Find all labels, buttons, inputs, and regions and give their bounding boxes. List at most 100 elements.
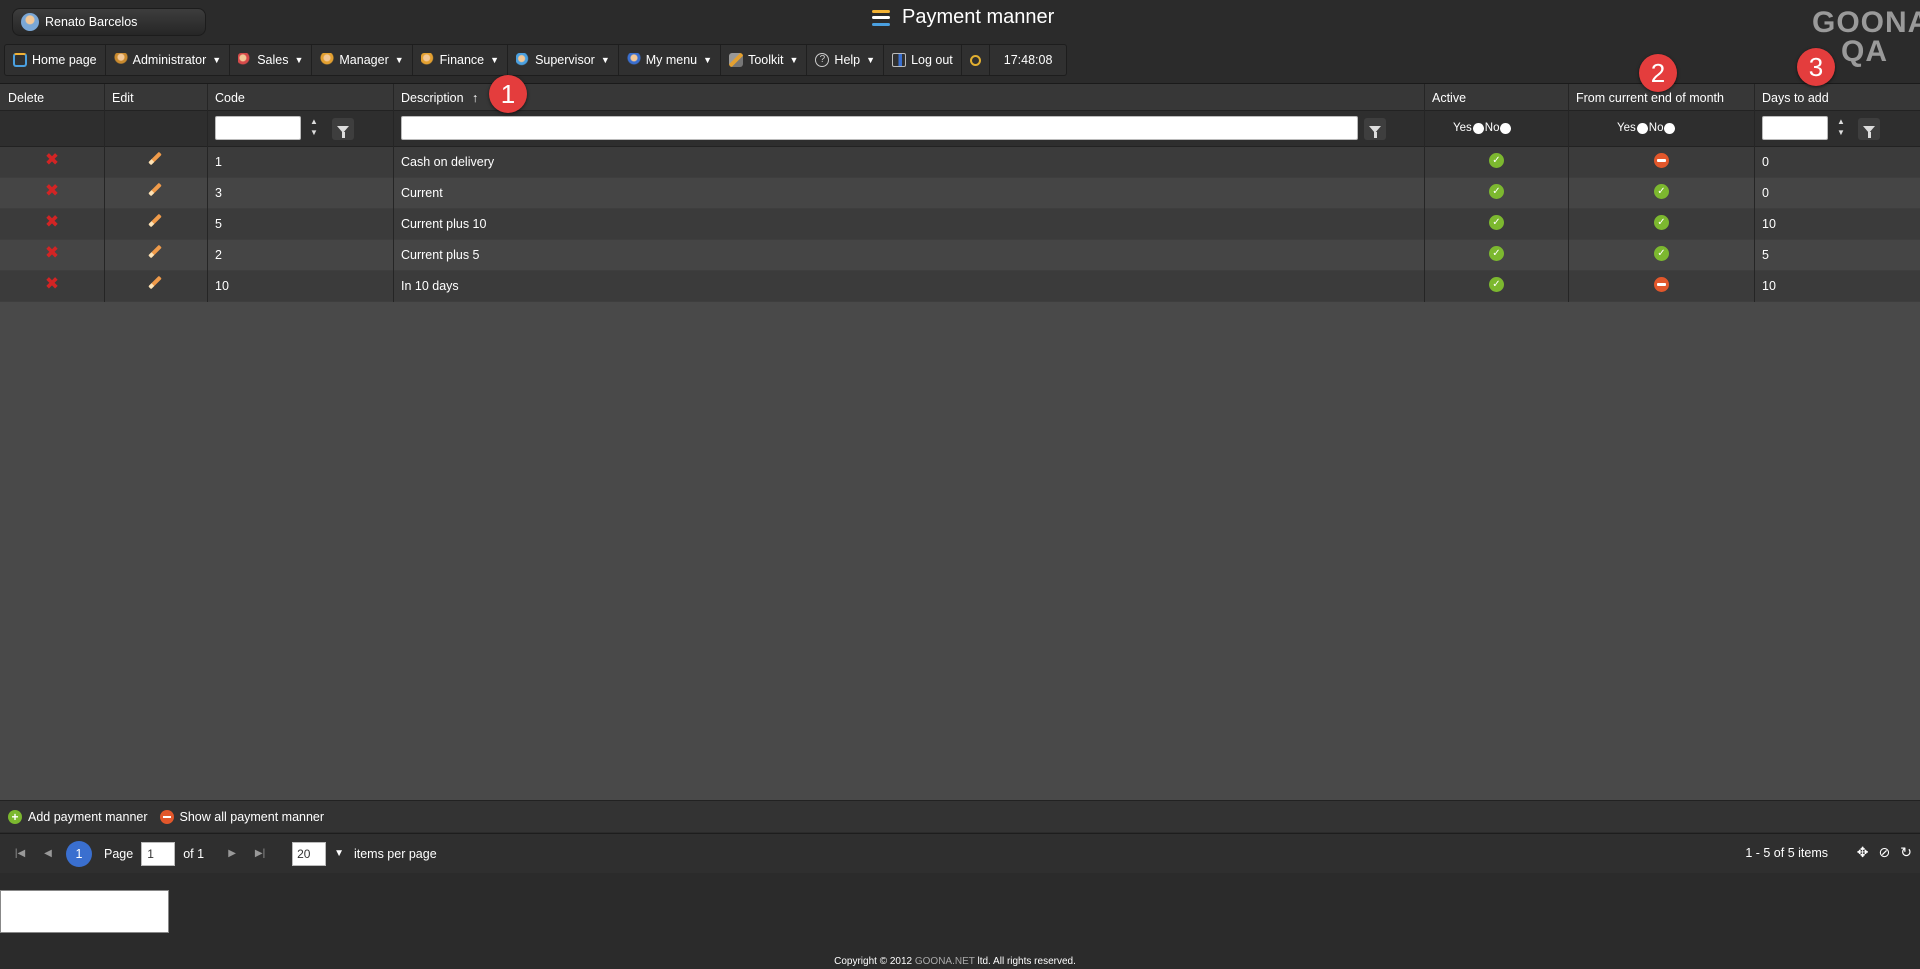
- nav-administrator[interactable]: Administrator ▼: [106, 45, 231, 75]
- nav-sales[interactable]: Sales ▼: [230, 45, 313, 75]
- annotation-badge-2: 2: [1639, 54, 1677, 92]
- edit-pencil-icon[interactable]: [147, 275, 163, 291]
- nav-help[interactable]: ? Help ▼: [807, 45, 885, 75]
- end-of-month-filter-yes-label: Yes: [1617, 122, 1636, 134]
- refresh-icon[interactable]: ↻: [1900, 844, 1912, 861]
- filter-icon: [1369, 125, 1381, 138]
- col-edit: Edit: [112, 91, 134, 105]
- annotation-badge-3: 3: [1797, 48, 1835, 86]
- days-filter-button[interactable]: [1858, 118, 1880, 140]
- grid-header: Delete Edit Code Description ↑ Active Fr…: [0, 84, 1920, 111]
- chevron-down-icon: ▼: [294, 55, 304, 65]
- col-delete: Delete: [8, 91, 45, 105]
- active-filter-no-radio[interactable]: [1500, 122, 1512, 134]
- end-of-month-yes-icon: ✓: [1654, 215, 1669, 230]
- nav-supervisor[interactable]: Supervisor ▼: [508, 45, 619, 75]
- prev-page-icon[interactable]: ◀: [38, 844, 58, 864]
- cell-days-to-add: 0: [1762, 186, 1769, 200]
- items-per-page-select[interactable]: 20: [292, 841, 327, 866]
- edit-pencil-icon[interactable]: [147, 182, 163, 198]
- cell-code: 10: [215, 279, 229, 293]
- last-page-icon[interactable]: ▶|: [250, 844, 270, 864]
- delete-icon[interactable]: ✖: [44, 151, 60, 168]
- nav-toolkit[interactable]: Toolkit ▼: [721, 45, 808, 75]
- home-icon: [13, 53, 27, 67]
- add-icon[interactable]: +: [8, 809, 22, 824]
- edit-pencil-icon[interactable]: [147, 244, 163, 260]
- filter-icon: [1863, 125, 1875, 138]
- end-of-month-filter-yes-radio[interactable]: [1636, 122, 1648, 134]
- chevron-down-icon: ▼: [703, 55, 713, 65]
- col-active[interactable]: Active: [1432, 91, 1466, 105]
- sort-ascending-icon: ↑: [472, 91, 479, 105]
- clear-filters-icon[interactable]: ⊘: [1879, 844, 1891, 861]
- code-filter-input[interactable]: [215, 116, 301, 140]
- active-filter-no-label: No: [1484, 122, 1500, 134]
- col-code[interactable]: Code: [215, 91, 245, 105]
- page-input[interactable]: 1: [141, 841, 176, 866]
- page-title: Payment manner: [902, 6, 1055, 28]
- chevron-down-icon: ▼: [212, 55, 222, 65]
- cell-code: 3: [215, 186, 222, 200]
- footer: Copyright © 2012 GOONA.NET ltd. All righ…: [0, 956, 1910, 967]
- add-payment-manner-button[interactable]: Add payment manner: [28, 810, 148, 824]
- delete-icon[interactable]: ✖: [44, 275, 60, 292]
- table-row: ✖ 1 Cash on delivery ✓ 0: [0, 147, 1920, 178]
- code-filter-spinner[interactable]: ▲ ▼: [308, 116, 320, 140]
- next-page-icon[interactable]: ▶: [222, 844, 242, 864]
- pager: |◀ ◀ 1 Page 1 of 1 ▶ ▶| 20 ▼ items per p…: [0, 833, 1920, 873]
- hamburger-menu-icon[interactable]: [872, 9, 890, 26]
- admin-icon: [113, 53, 128, 67]
- nav-finance[interactable]: Finance ▼: [413, 45, 509, 75]
- active-yes-icon: ✓: [1489, 215, 1504, 230]
- show-all-icon[interactable]: [159, 809, 174, 824]
- nav-logout[interactable]: Log out: [884, 45, 962, 75]
- user-name: Renato Barcelos: [45, 15, 138, 29]
- col-description[interactable]: Description: [401, 91, 464, 105]
- nav-finance-label: Finance: [439, 53, 485, 67]
- chevron-down-icon[interactable]: ▼: [334, 848, 344, 859]
- column-divider: [1568, 84, 1569, 302]
- nav-my-menu[interactable]: My menu ▼: [619, 45, 722, 75]
- active-filter-yes-radio[interactable]: [1472, 122, 1484, 134]
- cell-description: Current plus 5: [401, 248, 480, 262]
- delete-icon[interactable]: ✖: [44, 244, 60, 261]
- cell-code: 5: [215, 217, 222, 231]
- edit-pencil-icon[interactable]: [147, 213, 163, 229]
- nav-home[interactable]: Home page: [5, 45, 106, 75]
- table-row: ✖ 5 Current plus 10 ✓ ✓ 10: [0, 209, 1920, 240]
- code-filter-button[interactable]: [332, 118, 354, 140]
- show-all-payment-manner-button[interactable]: Show all payment manner: [180, 810, 325, 824]
- page-count-label: of 1: [183, 846, 205, 861]
- edit-pencil-icon[interactable]: [147, 151, 163, 167]
- page-label: Page: [104, 846, 134, 861]
- cell-days-to-add: 0: [1762, 155, 1769, 169]
- end-of-month-filter-no-label: No: [1648, 122, 1664, 134]
- current-page-button[interactable]: 1: [66, 840, 92, 867]
- col-from-end-of-month[interactable]: From current end of month: [1576, 91, 1724, 105]
- search-button[interactable]: [962, 45, 990, 75]
- toolkit-icon: [729, 53, 744, 67]
- days-filter-spinner[interactable]: ▲ ▼: [1835, 116, 1847, 140]
- days-filter-input[interactable]: [1762, 116, 1828, 140]
- nav-sales-label: Sales: [257, 53, 289, 67]
- chevron-down-icon: ▼: [789, 55, 799, 65]
- end-of-month-filter-no-radio[interactable]: [1664, 122, 1676, 134]
- delete-icon[interactable]: ✖: [44, 213, 60, 230]
- first-page-icon[interactable]: |◀: [10, 844, 30, 864]
- cell-description: Current plus 10: [401, 217, 487, 231]
- cell-description: In 10 days: [401, 279, 459, 293]
- notes-textarea[interactable]: [0, 890, 169, 933]
- user-box[interactable]: Renato Barcelos: [12, 8, 206, 36]
- chevron-down-icon: ▼: [490, 55, 500, 65]
- description-filter-button[interactable]: [1364, 118, 1386, 140]
- footer-brand: GOONA.NET: [914, 956, 975, 967]
- user-avatar-icon: [21, 13, 39, 31]
- expand-columns-icon[interactable]: ✥: [1857, 844, 1869, 861]
- end-of-month-yes-icon: ✓: [1654, 184, 1669, 199]
- nav-manager[interactable]: Manager ▼: [312, 45, 413, 75]
- pager-info: 1 - 5 of 5 items: [1745, 846, 1828, 860]
- col-days-to-add[interactable]: Days to add: [1762, 91, 1829, 105]
- delete-icon[interactable]: ✖: [44, 182, 60, 199]
- description-filter-input[interactable]: [401, 116, 1358, 140]
